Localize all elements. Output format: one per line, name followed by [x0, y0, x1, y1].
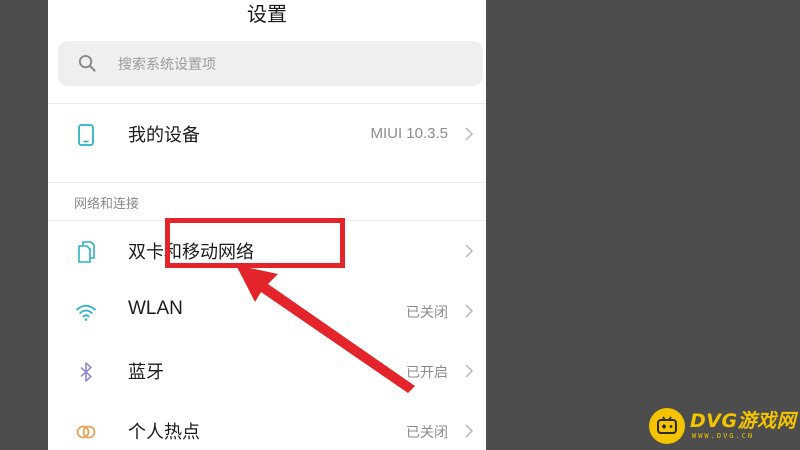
- chevron-right-icon: [465, 364, 474, 378]
- page-title: 设置: [247, 2, 287, 26]
- divider: [48, 182, 486, 183]
- search-input[interactable]: 搜索系统设置项: [58, 41, 483, 86]
- divider: [48, 103, 486, 104]
- bluetooth-row[interactable]: 蓝牙 已开启: [48, 342, 486, 402]
- watermark-text: DVG游戏网: [690, 410, 797, 432]
- gamepad-icon: [649, 408, 685, 444]
- watermark-logo: DVG游戏网 WWW.DVG.CN: [644, 402, 800, 450]
- sim-card-icon: [78, 241, 95, 263]
- chevron-right-icon: [465, 304, 474, 318]
- wlan-row[interactable]: WLAN 已关闭: [48, 282, 486, 342]
- chevron-right-icon: [465, 244, 474, 258]
- search-placeholder: 搜索系统设置项: [118, 57, 216, 73]
- wlan-status: 已关闭: [406, 305, 448, 321]
- my-device-version: MIUI 10.3.5: [370, 125, 448, 142]
- highlight-box: [165, 218, 345, 268]
- settings-screen: 设置 搜索系统设置项 我的设备 MIUI 10.3.5 网络和连接 双卡和移动网…: [48, 0, 486, 450]
- bluetooth-label: 蓝牙: [128, 362, 164, 383]
- watermark-url: WWW.DVG.CN: [692, 432, 755, 440]
- my-device-label: 我的设备: [128, 125, 200, 146]
- my-device-row[interactable]: 我的设备 MIUI 10.3.5: [48, 105, 486, 165]
- wlan-label: WLAN: [128, 298, 183, 319]
- phone-icon: [78, 124, 94, 146]
- hotspot-icon: [76, 425, 96, 439]
- chevron-right-icon: [465, 127, 474, 141]
- search-icon: [78, 54, 96, 72]
- wifi-icon: [76, 304, 96, 321]
- section-header-network: 网络和连接: [74, 197, 140, 212]
- bluetooth-icon: [80, 362, 92, 382]
- chevron-right-icon: [465, 424, 474, 438]
- hotspot-row[interactable]: 个人热点 已关闭: [48, 402, 486, 450]
- bluetooth-status: 已开启: [406, 365, 448, 381]
- hotspot-status: 已关闭: [406, 425, 448, 441]
- hotspot-label: 个人热点: [128, 422, 200, 443]
